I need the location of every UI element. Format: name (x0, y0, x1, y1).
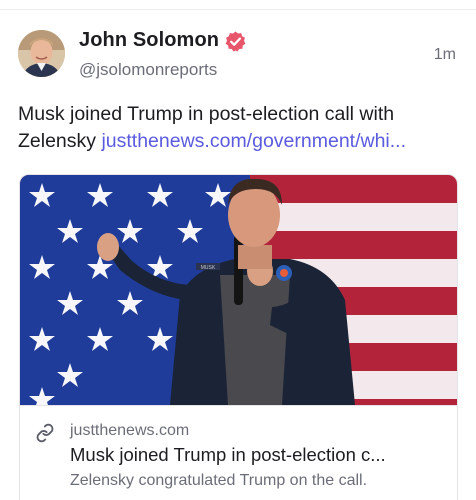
avatar[interactable] (18, 30, 65, 77)
card-title[interactable]: Musk joined Trump in post-election c... (70, 444, 445, 466)
verified-badge-icon (225, 31, 246, 52)
link-preview-image[interactable]: MUSK (20, 175, 457, 405)
post-card[interactable]: John Solomon @jsolomonreports 1m Musk jo… (0, 0, 476, 500)
card-description: Zelensky congratulated Trump on the call… (70, 472, 368, 489)
card-domain: justthenews.com (70, 422, 190, 439)
link-preview-card[interactable]: MUSK justthenews.com Musk joined Trump i… (19, 174, 458, 500)
jacket-name-patch: MUSK (201, 265, 216, 271)
post-timestamp: 1m (433, 46, 456, 63)
link-icon (36, 423, 54, 443)
link-preview-meta[interactable]: justthenews.com Musk joined Trump in pos… (20, 405, 457, 489)
post-text: Musk joined Trump in post-election call … (18, 101, 458, 155)
author-handle[interactable]: @jsolomonreports (79, 60, 217, 80)
top-divider (0, 9, 476, 10)
author-name[interactable]: John Solomon (79, 29, 219, 52)
post-link[interactable]: justthenews.com/government/whi... (101, 130, 406, 152)
